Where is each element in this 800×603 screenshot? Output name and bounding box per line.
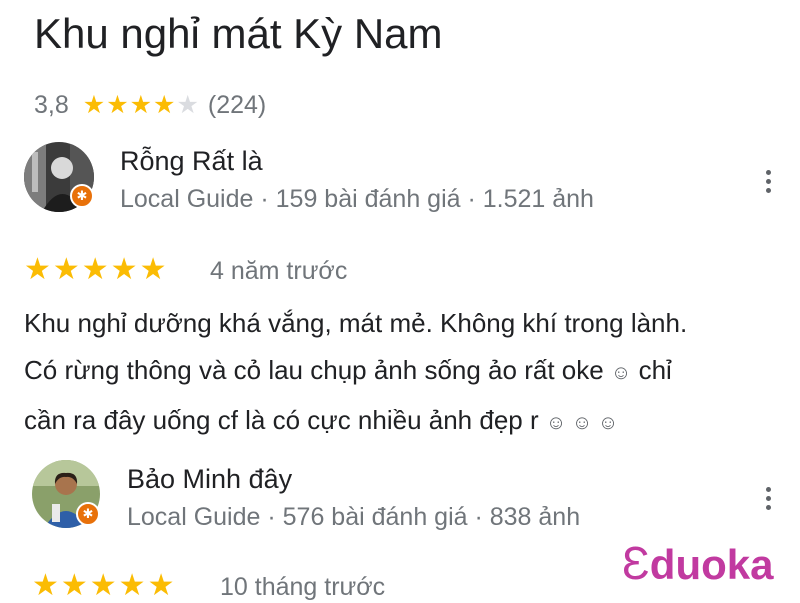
review-text-line: cần ra đây uống cf là có cực nhiều ảnh đ… <box>24 405 619 435</box>
review-text-line: Có rừng thông và cỏ lau chụp ảnh sống ảo… <box>24 355 672 385</box>
place-title: Khu nghỉ mát Kỳ Nam <box>34 10 443 57</box>
avatar[interactable]: ✱ <box>24 142 94 212</box>
review-text: Khu nghỉ dưỡng khá vắng, mát mẻ. Không k… <box>24 300 687 447</box>
more-options-icon[interactable] <box>758 482 778 514</box>
star-icon: ★ <box>153 91 177 119</box>
star-icon: ★ <box>129 91 154 119</box>
review-text-line: Khu nghỉ dưỡng khá vắng, mát mẻ. Không k… <box>24 308 688 338</box>
rating-stars: ★★★★★ <box>83 90 200 120</box>
review-time: 4 năm trước <box>210 257 348 285</box>
more-options-icon[interactable] <box>758 165 778 197</box>
avatar[interactable]: ✱ <box>32 460 100 528</box>
rating-summary[interactable]: 3,8 ★★★★★ (224) <box>34 88 266 122</box>
review-stars: ★★★★★ <box>32 569 177 602</box>
star-icon: ★ <box>106 91 130 119</box>
review-stars: ★★★★★ <box>24 253 169 286</box>
local-guide-badge-icon: ✱ <box>76 502 100 526</box>
rating-value: 3,8 <box>34 90 69 119</box>
star-icon: ★ <box>82 91 107 119</box>
local-guide-badge-icon: ✱ <box>70 184 94 208</box>
smiley-icon: ☺ ☺ ☺ <box>545 412 619 434</box>
reviewer-meta: Local Guide · 576 bài đánh giá · 838 ảnh <box>127 503 581 531</box>
star-empty-icon: ★ <box>176 91 200 119</box>
review-count[interactable]: (224) <box>208 91 266 120</box>
watermark-logo: Ɛduoka <box>622 537 774 589</box>
reviewer-name[interactable]: Rỗng Rất là <box>120 146 263 177</box>
reviewer-name[interactable]: Bảo Minh đây <box>127 464 292 495</box>
reviewer-meta: Local Guide · 159 bài đánh giá · 1.521 ả… <box>120 185 594 213</box>
smiley-icon: ☺ <box>610 362 632 384</box>
review-time: 10 tháng trước <box>220 573 386 601</box>
